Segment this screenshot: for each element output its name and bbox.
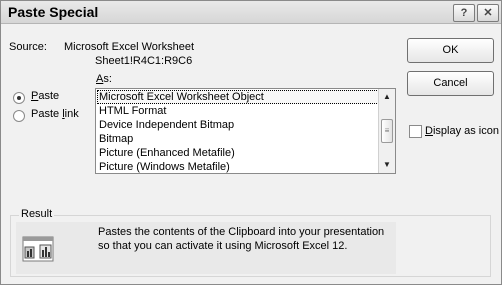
result-label: Result [19, 208, 55, 220]
scroll-down-arrow-icon[interactable]: ▼ [379, 158, 395, 172]
list-item[interactable]: HTML Format [97, 104, 379, 118]
help-button[interactable]: ? [453, 4, 475, 22]
source-value-line2: Sheet1!R4C1:R9C6 [95, 55, 193, 67]
list-item[interactable]: Bitmap [97, 132, 379, 146]
paste-special-dialog: Paste Special ? ✕ Source: Microsoft Exce… [0, 0, 502, 285]
result-description: Pastes the contents of the Clipboard int… [98, 226, 385, 252]
scroll-thumb[interactable]: ≡ [381, 119, 393, 143]
source-value-line1: Microsoft Excel Worksheet [64, 41, 195, 53]
title-bar: Paste Special ? ✕ [1, 1, 501, 24]
paste-radio[interactable] [13, 92, 25, 104]
source-label: Source: [9, 41, 47, 53]
paste-link-radio-label: Paste link [31, 108, 79, 120]
ok-button[interactable]: OK [407, 38, 494, 63]
list-item[interactable]: Microsoft Excel Worksheet Object [97, 90, 379, 104]
cancel-button[interactable]: Cancel [407, 71, 494, 96]
display-as-icon-label: Display as icon [425, 125, 499, 137]
dialog-title: Paste Special [8, 4, 99, 20]
paste-radio-label: Paste [31, 90, 60, 102]
list-item[interactable]: Picture (Windows Metafile) [97, 160, 379, 173]
paste-as-listbox[interactable]: Microsoft Excel Worksheet Object HTML Fo… [95, 88, 396, 174]
list-item[interactable]: Device Independent Bitmap [97, 118, 379, 132]
grip-icon: ≡ [384, 126, 390, 135]
paste-result-icon [22, 236, 54, 262]
paste-link-radio[interactable] [13, 110, 25, 122]
as-label: As: [96, 73, 112, 85]
display-as-icon-checkbox[interactable] [409, 125, 422, 138]
scroll-up-arrow-icon[interactable]: ▲ [379, 90, 395, 104]
list-item[interactable]: Picture (Enhanced Metafile) [97, 146, 379, 160]
close-button[interactable]: ✕ [477, 4, 499, 22]
listbox-scrollbar[interactable]: ▲ ≡ ▼ [378, 89, 395, 173]
